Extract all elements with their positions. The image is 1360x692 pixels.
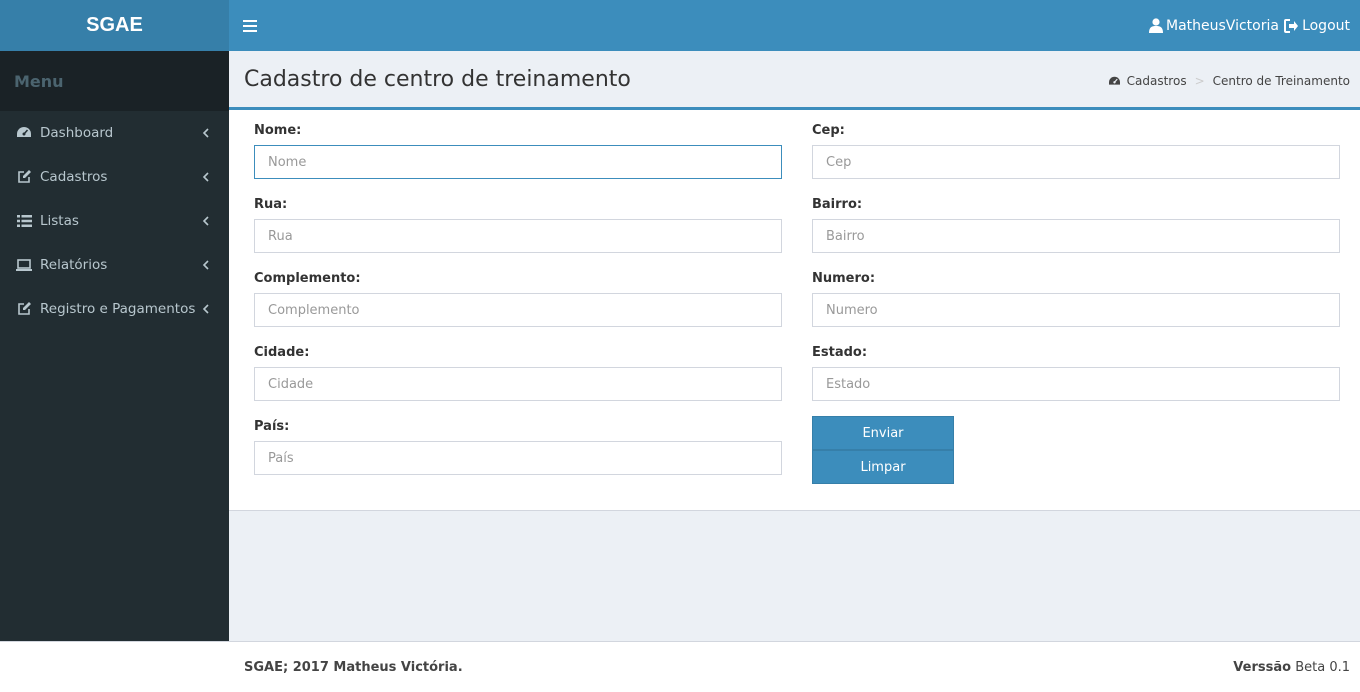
sidebar-item-label: Dashboard xyxy=(40,125,114,141)
sidebar-item-label: Relatórios xyxy=(40,257,108,273)
logout-label: Logout xyxy=(1302,17,1350,34)
chevron-left-icon xyxy=(202,304,209,314)
numero-label: Numero: xyxy=(812,271,876,286)
cep-label: Cep: xyxy=(812,123,845,138)
sidebar-item-dashboard[interactable]: Dashboard xyxy=(0,111,229,155)
breadcrumb-separator: > xyxy=(1194,74,1205,88)
footer-copyright: SGAE; 2017 Matheus Victória. xyxy=(244,660,463,675)
sidebar-item-listas[interactable]: Listas xyxy=(0,199,229,243)
dashboard-icon xyxy=(1108,76,1120,85)
page-title: Cadastro de centro de treinamento xyxy=(244,67,631,92)
app-logo[interactable]: SGAE xyxy=(0,0,229,51)
sidebar-item-label: Cadastros xyxy=(40,169,108,185)
submit-button[interactable]: Enviar xyxy=(812,416,954,450)
user-name: MatheusVictoria xyxy=(1166,17,1279,34)
sidebar-item-label: Registro e Pagamentos xyxy=(40,301,196,317)
user-menu[interactable]: MatheusVictoria xyxy=(1149,0,1279,51)
nome-label: Nome: xyxy=(254,123,302,138)
sidebar-menu-header: Menu xyxy=(0,51,229,111)
sidebar: Menu Dashboard Cadastros Listas Relatóri… xyxy=(0,51,229,641)
estado-label: Estado: xyxy=(812,345,868,360)
complemento-input[interactable] xyxy=(254,293,782,327)
bairro-label: Bairro: xyxy=(812,197,863,212)
top-navbar: MatheusVictoria Logout xyxy=(229,0,1360,51)
sidebar-item-relatorios[interactable]: Relatórios xyxy=(0,243,229,287)
breadcrumb-current: Centro de Treinamento xyxy=(1212,74,1350,88)
bairro-input[interactable] xyxy=(812,219,1340,253)
breadcrumb-link-cadastros[interactable]: Cadastros xyxy=(1127,74,1187,88)
footer-version: Verssão Beta 0.1 xyxy=(1233,660,1350,675)
rua-input[interactable] xyxy=(254,219,782,253)
hamburger-icon xyxy=(243,20,257,22)
list-icon xyxy=(16,213,32,229)
edit-icon xyxy=(16,301,32,317)
cidade-input[interactable] xyxy=(254,367,782,401)
clear-button[interactable]: Limpar xyxy=(812,450,954,484)
rua-label: Rua: xyxy=(254,197,288,212)
complemento-label: Complemento: xyxy=(254,271,361,286)
edit-icon xyxy=(16,169,32,185)
pais-input[interactable] xyxy=(254,441,782,475)
version-label: Verssão xyxy=(1233,660,1292,675)
cidade-label: Cidade: xyxy=(254,345,310,360)
chevron-left-icon xyxy=(202,216,209,226)
content-header: Cadastro de centro de treinamento Cadast… xyxy=(229,51,1360,108)
version-value: Beta 0.1 xyxy=(1295,660,1350,675)
breadcrumb: Cadastros > Centro de Treinamento xyxy=(1108,74,1350,88)
sidebar-item-registro-pagamentos[interactable]: Registro e Pagamentos xyxy=(0,287,229,331)
logout-link[interactable]: Logout xyxy=(1284,0,1350,51)
cep-input[interactable] xyxy=(812,145,1340,179)
logout-icon xyxy=(1284,18,1299,33)
sidebar-item-label: Listas xyxy=(40,213,79,229)
chevron-left-icon xyxy=(202,128,209,138)
nome-input[interactable] xyxy=(254,145,782,179)
footer: SGAE; 2017 Matheus Victória. Verssão Bet… xyxy=(0,641,1360,692)
pais-label: País: xyxy=(254,419,290,434)
chevron-left-icon xyxy=(202,260,209,270)
estado-input[interactable] xyxy=(812,367,1340,401)
sidebar-toggle-button[interactable] xyxy=(243,17,257,33)
chevron-left-icon xyxy=(202,172,209,182)
laptop-icon xyxy=(16,257,32,273)
dashboard-icon xyxy=(16,125,32,141)
numero-input[interactable] xyxy=(812,293,1340,327)
form-box: Nome: Cep: Rua: Bairro: Complemento: Num… xyxy=(229,107,1360,511)
sidebar-item-cadastros[interactable]: Cadastros xyxy=(0,155,229,199)
user-icon xyxy=(1149,18,1163,33)
